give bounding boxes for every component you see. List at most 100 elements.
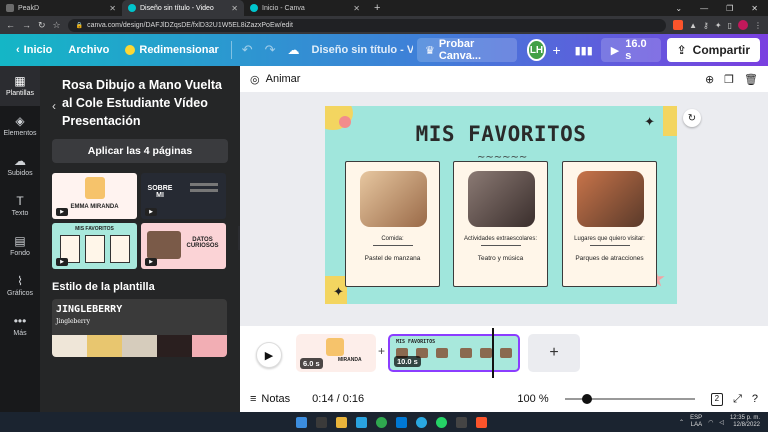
puzzle-icon[interactable]: ✦: [715, 21, 722, 30]
insert-transition-icon[interactable]: +: [378, 344, 385, 358]
card-value: Pastel de manzana: [364, 255, 421, 262]
shapes-icon: ◈: [15, 114, 25, 128]
animate-button[interactable]: ◎ Animar: [250, 73, 300, 86]
fullscreen-icon[interactable]: ⤢: [733, 393, 742, 406]
reload-icon[interactable]: ↻: [38, 20, 46, 31]
rail-item-text[interactable]: T Texto: [0, 186, 40, 226]
rail-item-uploads[interactable]: ☁ Subidos: [0, 146, 40, 186]
preview-play-button[interactable]: ▶ 16.0 s: [600, 38, 661, 62]
playhead[interactable]: [492, 328, 494, 378]
timeline-clip[interactable]: MIRANDA 6.0 s: [296, 334, 376, 372]
cloud-save-icon[interactable]: ☁: [282, 43, 306, 57]
add-page-icon[interactable]: ⊕: [705, 73, 714, 86]
refresh-icon[interactable]: ↻: [683, 109, 701, 127]
language-indicator[interactable]: ESP LAA: [690, 415, 702, 429]
style-font-name: JINGLEBERRY: [56, 304, 123, 315]
file-explorer-icon[interactable]: [336, 416, 347, 428]
insights-icon[interactable]: ▮▮▮: [567, 44, 601, 57]
card-value: Teatro y música: [477, 255, 524, 262]
redo-icon[interactable]: ↷: [259, 42, 282, 58]
share-button[interactable]: ⇪ Compartir: [666, 38, 761, 62]
help-icon[interactable]: ?: [752, 393, 758, 406]
template-page-thumb[interactable]: SOBRE MI ▶: [141, 173, 226, 219]
close-tab-icon[interactable]: ✕: [353, 4, 360, 13]
template-page-thumb[interactable]: EMMA MIRANDA ▶: [52, 173, 137, 219]
notes-button[interactable]: ≡ Notas: [250, 393, 290, 405]
duplicate-page-icon[interactable]: ❐: [724, 73, 734, 86]
address-bar[interactable]: 🔒 canva.com/design/DAFJlDZqsDE/fxlD32U1W…: [67, 18, 667, 32]
template-page-thumb[interactable]: DATOS CURIOSOS ▶: [141, 223, 226, 269]
forward-icon[interactable]: →: [22, 20, 31, 30]
delete-page-icon[interactable]: 🗑: [744, 73, 758, 86]
favorite-card-activities[interactable]: Actividades extraescolares: Teatro y mús…: [453, 161, 548, 287]
chevron-down-icon[interactable]: ⌄: [675, 4, 682, 13]
edge-icon[interactable]: [356, 416, 367, 428]
task-view-icon[interactable]: [316, 416, 327, 428]
apply-all-pages-button[interactable]: Aplicar las 4 páginas: [52, 139, 228, 163]
clock[interactable]: 12:35 p. m. 12/8/2022: [730, 415, 760, 429]
zoom-slider-knob[interactable]: [581, 394, 592, 404]
notes-icon: ≡: [250, 393, 257, 405]
slide-title[interactable]: MIS FAVORITOS: [325, 122, 677, 146]
zoom-level[interactable]: 100 %: [517, 393, 548, 405]
file-menu-button[interactable]: Archivo: [60, 38, 117, 62]
home-button[interactable]: ‹ Inicio: [8, 38, 60, 62]
rail-item-more[interactable]: ••• Más: [0, 306, 40, 346]
timeline-clip-selected[interactable]: MIS FAVORITOS 10.0 s: [388, 334, 520, 372]
card-value: Parques de atracciones: [575, 255, 644, 262]
browser-tab-peakd[interactable]: PeakD ✕: [0, 0, 122, 16]
close-tab-icon[interactable]: ✕: [109, 4, 116, 13]
try-pro-button[interactable]: ♛ Probar Canva...: [416, 38, 517, 62]
chrome-icon[interactable]: [376, 416, 387, 428]
volume-icon[interactable]: ◁: [719, 419, 724, 426]
template-page-thumb[interactable]: MIS FAVORITOS ▶: [52, 223, 137, 269]
rail-item-templates[interactable]: ▦ Plantillas: [0, 66, 40, 106]
undo-icon[interactable]: ↶: [236, 42, 259, 58]
close-window-icon[interactable]: ✕: [751, 4, 758, 13]
maximize-icon[interactable]: ❐: [726, 4, 733, 13]
avatar[interactable]: LH: [526, 39, 547, 61]
minimize-icon[interactable]: —: [700, 4, 708, 13]
page-count-button[interactable]: 2: [710, 392, 724, 406]
brave-icon[interactable]: [476, 416, 487, 428]
favorite-card-places[interactable]: Lugares que quiero visitar: Parques de a…: [562, 161, 657, 287]
sidebar-icon[interactable]: ▯: [728, 21, 732, 30]
browser-tab-design[interactable]: Diseño sin título - Video ✕: [122, 0, 244, 16]
chevron-up-icon[interactable]: ⌃: [679, 419, 684, 426]
whatsapp-icon[interactable]: [436, 416, 447, 428]
design-slide[interactable]: ✦ ✦ MIS FAVORITOS ∼∼∼∼∼∼ Comida: Pastel …: [325, 106, 677, 304]
extensions-area: ▲ ⚷ ✦ ▯ ⋮: [673, 20, 762, 30]
clip-duration: 6.0 s: [300, 358, 323, 369]
close-tab-icon[interactable]: ✕: [231, 4, 238, 13]
profile-icon[interactable]: [738, 20, 748, 30]
timeline-play-button[interactable]: ▶: [256, 342, 282, 368]
resize-button[interactable]: Redimensionar: [117, 38, 226, 62]
peakd-favicon-icon: [6, 4, 14, 12]
document-title[interactable]: Diseño sin título - V...: [306, 44, 413, 56]
back-chevron-icon[interactable]: ‹: [52, 99, 56, 113]
rail-item-elements[interactable]: ◈ Elementos: [0, 106, 40, 146]
brave-shield-icon[interactable]: [673, 20, 684, 30]
back-icon[interactable]: ←: [6, 20, 15, 30]
add-collaborator-icon[interactable]: +: [546, 42, 566, 58]
style-swatches: [52, 335, 227, 357]
rail-item-charts[interactable]: ⌇ Gráficos: [0, 266, 40, 306]
menu-icon[interactable]: ⋮: [754, 21, 762, 30]
browser-tab-canva-home[interactable]: Inicio - Canva ✕: [244, 0, 366, 16]
template-style-card[interactable]: JINGLEBERRY Jingleberry: [52, 299, 227, 357]
templates-panel: ‹ Rosa Dibujo a Mano Vuelta al Cole Estu…: [40, 66, 240, 412]
wallet-icon[interactable]: ▲: [689, 21, 697, 30]
favorite-card-food[interactable]: Comida: Pastel de manzana: [345, 161, 440, 287]
key-icon[interactable]: ⚷: [703, 21, 709, 30]
wifi-icon[interactable]: ◠: [708, 419, 713, 426]
telegram-icon[interactable]: [416, 416, 427, 428]
windows-start-icon[interactable]: [296, 416, 307, 428]
bookmark-icon[interactable]: ☆: [53, 20, 61, 31]
app-icon[interactable]: [456, 416, 467, 428]
zoom-slider[interactable]: [564, 394, 695, 404]
rail-item-background[interactable]: ▤ Fondo: [0, 226, 40, 266]
color-swatch: [192, 335, 227, 357]
store-icon[interactable]: [396, 416, 407, 428]
add-page-button[interactable]: +: [528, 334, 580, 372]
new-tab-icon[interactable]: +: [366, 2, 388, 14]
